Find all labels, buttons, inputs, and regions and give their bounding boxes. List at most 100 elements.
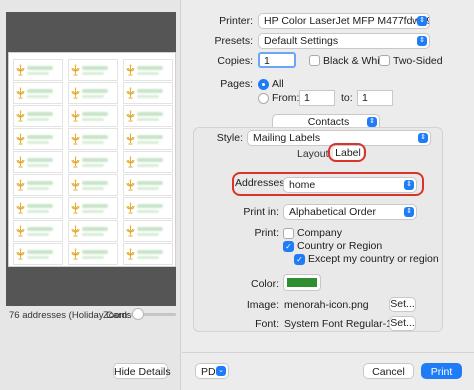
menorah-icon (126, 87, 135, 99)
blurred-address-line (82, 112, 108, 116)
blurred-address-line (137, 233, 159, 236)
label-preview-cell (13, 197, 63, 219)
printer-select[interactable]: HP Color LaserJet MFP M477fdw (9E69... ⇕ (258, 13, 430, 29)
label-preview-cell (123, 151, 173, 173)
pages-all-radio[interactable] (258, 79, 269, 90)
label-preview-cell (123, 105, 173, 127)
blurred-address-line (137, 72, 159, 75)
label-preview-cell (13, 151, 63, 173)
blurred-address-line (27, 256, 49, 259)
menorah-icon (16, 156, 25, 168)
zoom-slider-knob[interactable] (132, 308, 144, 320)
blurred-address-line (137, 181, 163, 185)
label-preview-cell (68, 105, 118, 127)
font-set-button[interactable]: Set... (389, 316, 416, 331)
label-preview-cell (68, 243, 118, 265)
label-preview-cell (13, 105, 63, 127)
country-region-checkbox[interactable]: ✓ (283, 241, 294, 252)
blurred-address-line (27, 112, 53, 116)
pdf-menu-button[interactable]: PDF ⌄ (195, 363, 229, 379)
chevron-updown-icon: ⇕ (404, 207, 414, 217)
pages-to-label: to: (341, 92, 353, 104)
blurred-address-line (27, 181, 53, 185)
blurred-address-line (82, 135, 108, 139)
blurred-address-line (27, 210, 49, 213)
cancel-button[interactable]: Cancel (363, 363, 414, 379)
image-set-button[interactable]: Set... (389, 297, 416, 312)
menorah-icon (71, 64, 80, 76)
presets-label: Presets: (214, 35, 253, 47)
blurred-address-line (27, 164, 49, 167)
tab-layout[interactable]: Layout (297, 148, 329, 160)
font-label: Font: (255, 318, 279, 330)
label-preview-cell (13, 59, 63, 81)
label-preview-cell (123, 220, 173, 242)
blurred-address-line (137, 141, 159, 144)
copies-input[interactable]: 1 (258, 52, 296, 68)
blurred-address-line (82, 187, 104, 190)
blurred-address-line (82, 141, 104, 144)
blurred-address-line (27, 95, 49, 98)
blurred-address-line (137, 204, 163, 208)
menorah-icon (16, 110, 25, 122)
menorah-icon (71, 179, 80, 191)
chevron-updown-icon: ⇕ (417, 16, 427, 26)
menorah-icon (71, 110, 80, 122)
label-color-well[interactable] (283, 274, 321, 291)
label-preview-cell (68, 128, 118, 150)
label-preview-cell (13, 174, 63, 196)
label-preview-cell (68, 197, 118, 219)
menorah-icon (16, 225, 25, 237)
print-in-select[interactable]: Alphabetical Order ⇕ (283, 204, 417, 220)
chevron-updown-icon: ⇕ (417, 36, 427, 46)
blurred-address-line (137, 135, 163, 139)
pages-range-radio[interactable] (258, 93, 269, 104)
menorah-icon (16, 179, 25, 191)
hide-details-button[interactable]: Hide Details (113, 363, 171, 379)
blurred-address-line (137, 118, 159, 121)
menorah-icon (126, 225, 135, 237)
country-region-label: Country or Region (297, 240, 383, 252)
blurred-address-line (82, 227, 108, 231)
pages-to-input[interactable]: 1 (357, 90, 393, 106)
except-country-checkbox[interactable]: ✓ (294, 254, 305, 265)
menorah-icon (71, 248, 80, 260)
blurred-address-line (137, 256, 159, 259)
blurred-address-line (27, 250, 53, 254)
blurred-address-line (137, 89, 163, 93)
printer-value: HP Color LaserJet MFP M477fdw (9E69... (264, 15, 429, 27)
label-preview-cell (123, 243, 173, 265)
chevron-down-icon: ⌄ (216, 366, 226, 376)
menorah-icon (71, 133, 80, 145)
menorah-icon (16, 133, 25, 145)
printer-label: Printer: (219, 15, 253, 27)
menorah-icon (126, 110, 135, 122)
style-label: Style: (216, 132, 243, 144)
blurred-address-line (137, 158, 163, 162)
label-preview-cell (123, 174, 173, 196)
presets-value: Default Settings (264, 35, 339, 47)
menorah-icon (126, 156, 135, 168)
menorah-icon (126, 179, 135, 191)
black-white-checkbox[interactable] (309, 55, 320, 66)
presets-select[interactable]: Default Settings ⇕ (258, 33, 430, 49)
blurred-address-line (27, 66, 53, 70)
blurred-address-line (27, 204, 53, 208)
chevron-updown-icon: ⇕ (367, 117, 377, 127)
label-sheet-preview (8, 52, 176, 267)
blurred-address-line (137, 210, 159, 213)
menorah-icon (126, 202, 135, 214)
blurred-address-line (82, 158, 108, 162)
two-sided-checkbox[interactable] (379, 55, 390, 66)
menorah-icon (126, 248, 135, 260)
pages-from-input[interactable]: 1 (299, 90, 335, 106)
label-preview-cell (123, 197, 173, 219)
blurred-address-line (137, 112, 163, 116)
label-preview-cell (68, 82, 118, 104)
copies-label: Copies: (217, 55, 253, 67)
label-preview-cell (13, 128, 63, 150)
pages-from-label: From: (272, 92, 300, 104)
company-checkbox[interactable] (283, 228, 294, 239)
print-button[interactable]: Print (421, 363, 462, 379)
color-swatch (287, 278, 317, 287)
